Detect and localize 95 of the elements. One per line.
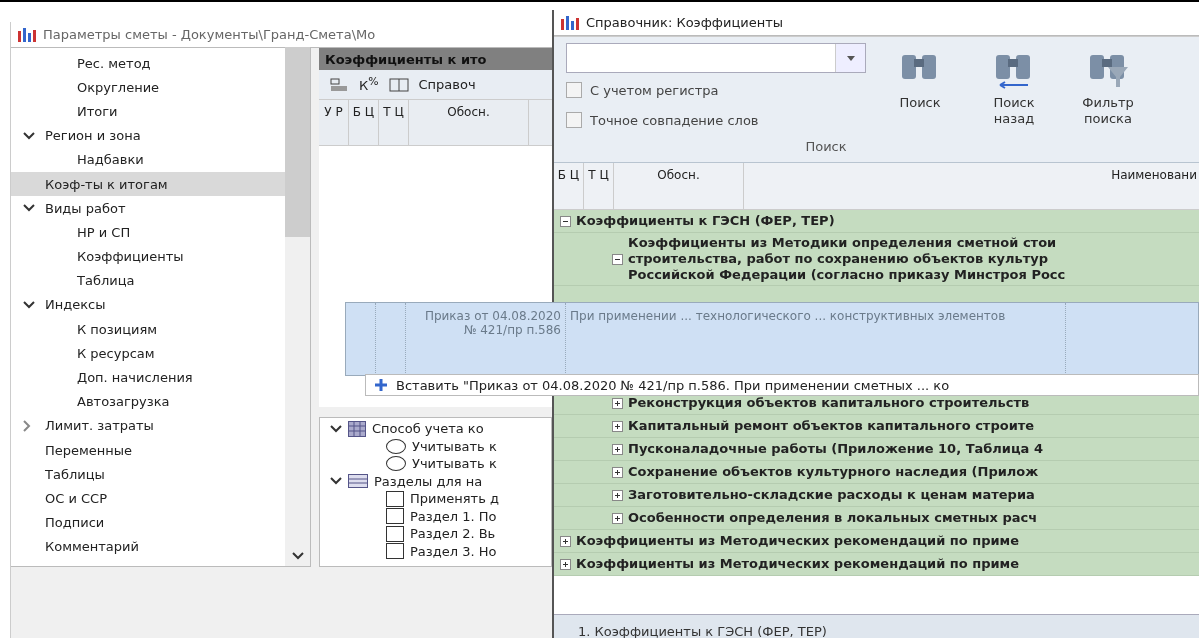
nav-item[interactable]: Коэффициенты [11, 244, 285, 269]
column-header: Наименовани [1110, 167, 1198, 184]
expand-icon[interactable] [612, 397, 623, 409]
expand-icon[interactable] [560, 535, 571, 547]
option-label: Учитывать к [412, 456, 497, 472]
collapse-icon[interactable] [612, 253, 623, 265]
chevron-right-icon[interactable] [23, 419, 31, 432]
radio-button[interactable] [386, 438, 406, 454]
nav-item[interactable]: Рес. метод [11, 51, 285, 76]
collapse-icon[interactable] [560, 215, 571, 227]
nav-item[interactable]: НР и СП [11, 220, 285, 245]
radio-button[interactable] [386, 456, 406, 472]
nav-item[interactable]: К позициям [11, 317, 285, 342]
table-edit-icon [329, 76, 349, 93]
nav-item[interactable]: Округление [11, 75, 285, 100]
chevron-down-icon[interactable] [23, 131, 35, 140]
tooltip-text: Вставить "Приказ от 04.08.2020 № 421/пр п.586. При применении сметных ... ко [396, 377, 950, 393]
nav-item[interactable]: К ресурсам [11, 341, 285, 366]
column-header: Обосн. [614, 163, 744, 209]
option-label: Способ учета ко [372, 421, 484, 437]
chevron-down-icon[interactable] [23, 300, 35, 309]
column-header: Б Ц [349, 100, 379, 145]
nav-item[interactable]: Надбавки [11, 147, 285, 172]
panel-header: Коэффициенты к ито [319, 48, 552, 70]
nav-item[interactable]: Комментарий [11, 534, 285, 559]
nav-item[interactable]: Лимит. затраты [11, 413, 285, 438]
coefficient-percent-button[interactable]: К$^{%}$ [359, 75, 379, 94]
tree-item[interactable]: Пусконаладочные работы (Приложение 10, Таблица 4 [628, 441, 1043, 457]
nav-item[interactable]: Автозагрузка [11, 389, 285, 414]
nav-item[interactable]: Подписи [11, 510, 285, 535]
reference-button[interactable]: Справоч [418, 77, 476, 92]
chevron-down-icon[interactable] [23, 204, 35, 213]
expand-icon[interactable] [612, 443, 623, 455]
list-icon [348, 474, 368, 489]
tree-item[interactable]: Заготовительно-складские расходы к ценам материа [628, 487, 1035, 503]
column-header: Б Ц [554, 163, 584, 209]
expand-icon[interactable] [612, 512, 623, 524]
nav-item[interactable]: Коэф-ты к итогам [11, 171, 285, 197]
option-label: Раздел 3. Но [410, 543, 497, 559]
tree-item[interactable]: Реконструкция объектов капитального строительств [628, 395, 1030, 411]
search-field[interactable] [566, 43, 866, 73]
nav-item[interactable]: Регион и зона [11, 123, 285, 148]
checkbox[interactable] [566, 112, 582, 128]
column-header: Т Ц [584, 163, 614, 209]
tree-item[interactable]: Особенности определения в локальных сметных расч [628, 510, 1038, 526]
book-icon [388, 76, 409, 93]
search-button[interactable]: Поиск [880, 43, 960, 143]
option-label: Раздел 2. Вь [410, 526, 496, 542]
nav-item[interactable]: Таблицы [11, 462, 285, 487]
plus-icon [374, 378, 388, 392]
nav-item[interactable]: Итоги [11, 99, 285, 124]
tree-item[interactable]: Коэффициенты из Методических рекомендаций по приме [576, 533, 1020, 549]
column-header: Обосн. [409, 100, 529, 145]
dialog-title: Справочник: Коэффициенты [586, 15, 784, 30]
dropdown-caret-icon[interactable] [846, 55, 855, 61]
option-label: Разделы для на [374, 473, 483, 489]
expand-icon[interactable] [612, 489, 623, 501]
tree-item[interactable]: Сохранение объектов культурного наследия (Прилож [628, 464, 1039, 480]
column-header: Т Ц [379, 100, 409, 145]
expand-icon[interactable] [612, 420, 623, 432]
scroll-down-icon[interactable] [291, 552, 304, 560]
chevron-down-icon[interactable] [330, 424, 342, 433]
table-icon [348, 420, 366, 437]
tree-item[interactable]: Коэффициенты к ГЭСН (ФЕР, ТЕР) [576, 213, 835, 229]
checkbox[interactable] [566, 82, 582, 98]
checkbox[interactable] [386, 490, 404, 507]
column-header: У Р [319, 100, 349, 145]
nav-item[interactable]: Индексы [11, 292, 285, 318]
ribbon-group-label: Поиск [805, 139, 847, 154]
checkbox[interactable] [386, 525, 404, 542]
option-label: Учитывать к [412, 438, 497, 454]
nav-item[interactable]: ОС и ССР [11, 486, 285, 511]
expand-icon[interactable] [560, 558, 571, 570]
nav-item[interactable]: Таблица [11, 268, 285, 293]
status-bar: 1. Коэффициенты к ГЭСН (ФЕР, ТЕР) [554, 614, 1199, 638]
checkbox[interactable] [386, 508, 404, 525]
search-button[interactable]: Поиск назад [974, 43, 1054, 143]
tree-item[interactable]: Коэффициенты из Методики определения сметной стои строительства, работ по сохранению объектов культур Российской Федерации (согласно приказу Минстроя Росс [628, 235, 1188, 283]
search-button[interactable]: Фильтр поиска [1068, 43, 1148, 143]
option-label: Применять д [410, 491, 499, 507]
bar-chart-logo-icon [560, 14, 580, 31]
tree-item[interactable]: Капитальный ремонт объектов капитального строите [628, 418, 1035, 434]
checkbox-label: Точное совпадение слов [590, 112, 759, 128]
checkbox-label: С учетом регистра [590, 82, 719, 98]
bar-chart-logo-icon [17, 26, 37, 43]
nav-item[interactable]: Виды работ [11, 196, 285, 221]
scrollbar-thumb[interactable] [285, 47, 310, 237]
window-title: Параметры сметы - Документы\Гранд-Смета\Мо [43, 27, 376, 42]
option-label: Раздел 1. По [410, 508, 497, 524]
nav-item[interactable]: Доп. начисления [11, 365, 285, 390]
nav-item[interactable]: Переменные [11, 438, 285, 463]
tree-item[interactable]: Коэффициенты из Методических рекомендаций по приме [576, 556, 1020, 572]
chevron-down-icon[interactable] [330, 477, 342, 486]
expand-icon[interactable] [612, 466, 623, 478]
checkbox[interactable] [386, 543, 404, 560]
